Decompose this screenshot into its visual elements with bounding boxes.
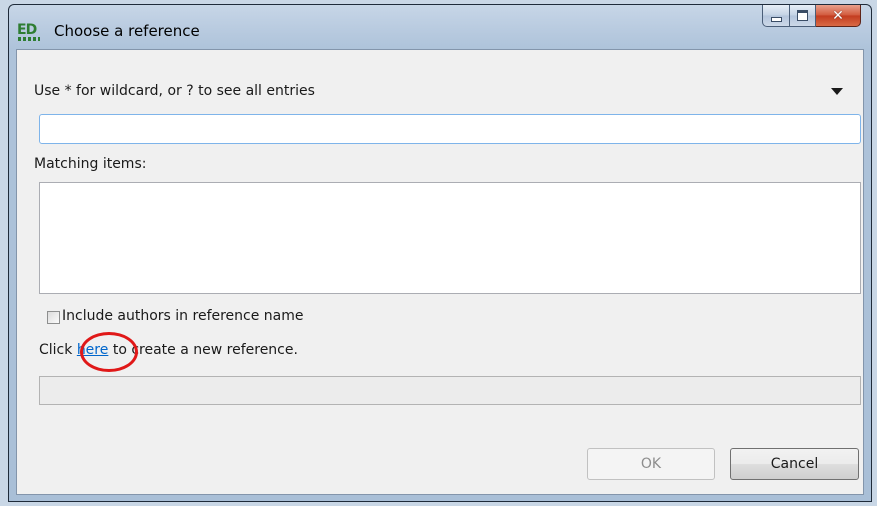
dialog-content: Use * for wildcard, or ? to see all entr… xyxy=(16,49,864,495)
status-field xyxy=(39,376,861,405)
close-button[interactable]: ✕ xyxy=(816,5,861,27)
minimize-button[interactable] xyxy=(762,5,790,27)
caption-buttons: ✕ xyxy=(762,5,861,27)
create-prefix: Click xyxy=(39,342,77,358)
maximize-button[interactable] xyxy=(790,5,816,27)
search-hint-label: Use * for wildcard, or ? to see all entr… xyxy=(34,83,315,99)
close-icon: ✕ xyxy=(832,7,844,24)
title-bar[interactable]: ED Choose a reference ✕ xyxy=(9,5,871,49)
ok-button[interactable]: OK xyxy=(587,448,715,480)
window-title: Choose a reference xyxy=(54,22,200,40)
matching-items-label: Matching items: xyxy=(34,156,147,172)
minimize-icon xyxy=(770,17,782,22)
matching-items-list[interactable] xyxy=(39,182,861,294)
dialog-window: ED Choose a reference ✕ Use * for wildca… xyxy=(8,4,872,502)
include-authors-label[interactable]: Include authors in reference name xyxy=(62,308,304,324)
cancel-button[interactable]: Cancel xyxy=(730,448,859,480)
maximize-icon xyxy=(797,10,808,21)
dropdown-arrow-icon[interactable] xyxy=(831,88,843,95)
include-authors-checkbox[interactable] xyxy=(47,311,60,324)
create-reference-text: Click here to create a new reference. xyxy=(39,342,298,358)
app-icon: ED xyxy=(17,23,43,43)
search-input[interactable] xyxy=(39,114,861,144)
highlight-circle xyxy=(80,332,138,372)
